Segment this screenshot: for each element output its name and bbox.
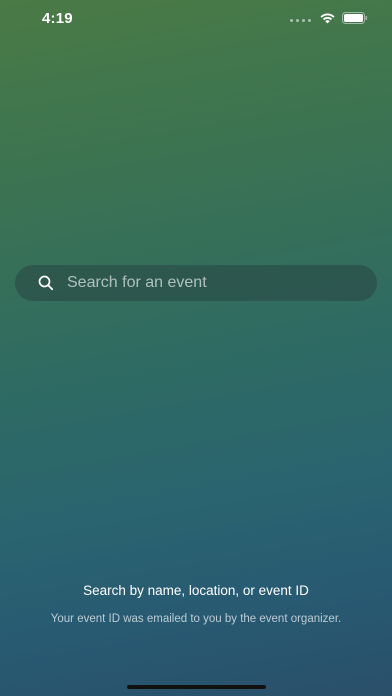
search-hint: Search by name, location, or event ID Yo… <box>40 583 352 627</box>
wifi-icon <box>319 11 336 29</box>
search-icon <box>37 274 55 292</box>
hint-subtitle: Your event ID was emailed to you by the … <box>50 613 342 625</box>
home-indicator[interactable] <box>127 685 266 689</box>
battery-icon <box>342 11 368 29</box>
hint-title: Search by name, location, or event ID <box>83 583 309 598</box>
status-time: 4:19 <box>42 10 73 27</box>
search-bar[interactable] <box>15 265 377 301</box>
status-icons <box>290 11 368 29</box>
search-input[interactable] <box>67 274 347 292</box>
signal-dots-icon <box>290 18 311 22</box>
status-bar: 4:19 <box>0 0 392 36</box>
event-search-screen: 4:19 Search for an event Search by name,… <box>0 0 392 696</box>
